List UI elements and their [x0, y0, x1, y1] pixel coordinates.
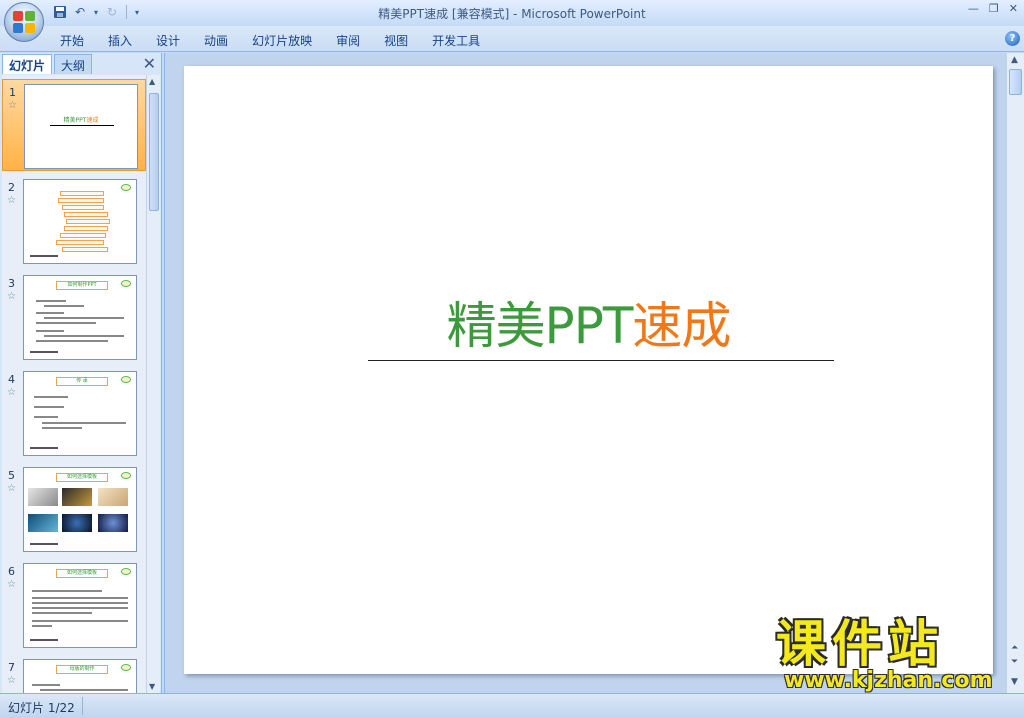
slide-editor: 精美PPT速成: [164, 53, 1006, 693]
tab-home[interactable]: 开始: [48, 30, 96, 51]
slide-thumbnail: 精美PPT速成: [24, 84, 138, 169]
logo-icon: [121, 472, 131, 479]
tab-review[interactable]: 审阅: [324, 30, 372, 51]
tab-view[interactable]: 视图: [372, 30, 420, 51]
thumbnail-list: 1 ☆ 精美PPT速成 2 ☆ 3 ☆ 如何制作PPT 4 ☆ 传 承 5 ☆ …: [2, 75, 146, 693]
slide-number: 7: [8, 661, 15, 674]
slide-number: 1: [9, 86, 16, 99]
tab-animations[interactable]: 动画: [192, 30, 240, 51]
slide-thumbnail: [23, 179, 137, 264]
current-slide[interactable]: 精美PPT速成: [184, 66, 993, 674]
thumbnail-slide-1[interactable]: 1 ☆ 精美PPT速成: [2, 79, 146, 171]
ribbon-tabs: 开始 插入 设计 动画 幻灯片放映 审阅 视图 开发工具: [48, 30, 492, 51]
help-icon[interactable]: ?: [1005, 31, 1020, 46]
close-icon[interactable]: ✕: [143, 54, 156, 73]
tab-developer[interactable]: 开发工具: [420, 30, 492, 51]
transition-star-icon: ☆: [7, 579, 16, 590]
window-controls: — ❐ ✕: [968, 2, 1018, 15]
thumbnail-scrollbar[interactable]: ▲ ▼: [146, 75, 160, 693]
minimize-icon[interactable]: —: [968, 2, 979, 15]
transition-star-icon: ☆: [7, 387, 16, 398]
thumb-heading: 母版的制作: [56, 665, 108, 674]
close-icon[interactable]: ✕: [1009, 2, 1018, 15]
slides-pane: 幻灯片 大纲 ✕ 1 ☆ 精美PPT速成 2 ☆ 3 ☆ 如何制作PPT 4 ☆…: [0, 53, 162, 693]
slide-title[interactable]: 精美PPT速成: [184, 286, 993, 358]
scroll-up-icon[interactable]: ▲: [1011, 55, 1018, 65]
office-button[interactable]: [4, 2, 44, 42]
previous-slide-icon[interactable]: ⏶: [1011, 643, 1018, 653]
scroll-up-icon[interactable]: ▲: [149, 77, 155, 86]
thumbnail-slide-6[interactable]: 6 ☆ 如何选择模板: [2, 559, 146, 651]
thumbnail-slide-2[interactable]: 2 ☆: [2, 175, 146, 267]
next-slide-icon[interactable]: ⏷: [1011, 657, 1018, 667]
slide-number: 6: [8, 565, 15, 578]
slide-number: 5: [8, 469, 15, 482]
slide-thumbnail: 如何选择模板: [23, 467, 137, 552]
slide-thumbnail: 如何选择模板: [23, 563, 137, 648]
logo-icon: [121, 184, 131, 191]
scrollbar-thumb[interactable]: [149, 93, 159, 211]
thumb-heading: 如何制作PPT: [56, 281, 108, 290]
office-logo-icon: [13, 11, 35, 33]
slide-thumbnail: 传 承: [23, 371, 137, 456]
thumbnail-slide-7[interactable]: 7 ☆ 母版的制作: [2, 655, 146, 693]
slide-thumbnail: 母版的制作: [23, 659, 137, 693]
slide-number: 2: [8, 181, 15, 194]
thumbnail-slide-3[interactable]: 3 ☆ 如何制作PPT: [2, 271, 146, 363]
thumb-divider: [50, 125, 114, 126]
scroll-down-icon[interactable]: ▼: [149, 682, 155, 691]
logo-icon: [121, 280, 131, 287]
tab-insert[interactable]: 插入: [96, 30, 144, 51]
watermark-url: www.kjzhan.com: [784, 668, 993, 693]
transition-star-icon: ☆: [7, 675, 16, 686]
transition-star-icon: ☆: [7, 291, 16, 302]
status-divider: [82, 697, 83, 715]
pane-tabs: 幻灯片 大纲 ✕: [2, 54, 160, 74]
thumb-heading: 传 承: [56, 377, 108, 386]
ribbon: 开始 插入 设计 动画 幻灯片放映 审阅 视图 开发工具 ?: [0, 26, 1024, 52]
status-bar: 幻灯片 1/22: [0, 693, 1024, 718]
tab-outline[interactable]: 大纲: [54, 54, 93, 74]
editor-scrollbar[interactable]: ▲ ⏶ ⏷ ▼: [1006, 53, 1024, 693]
tab-slide-show[interactable]: 幻灯片放映: [240, 30, 324, 51]
transition-star-icon: ☆: [7, 195, 16, 206]
title-underline: [368, 360, 834, 361]
tab-slides[interactable]: 幻灯片: [2, 54, 53, 74]
thumb-heading: 如何选择模板: [56, 473, 108, 482]
logo-icon: [121, 376, 131, 383]
watermark-logo: 课件站 www.kjzhan.com: [776, 618, 1006, 693]
transition-star-icon: ☆: [7, 483, 16, 494]
watermark-title: 课件站: [776, 615, 944, 673]
logo-icon: [121, 664, 131, 671]
restore-icon[interactable]: ❐: [989, 2, 999, 15]
transition-star-icon: ☆: [8, 100, 17, 111]
slide-counter: 幻灯片 1/22: [8, 701, 75, 715]
title-bar: ↶ ▾ ↻ ▾ 精美PPT速成 [兼容模式] - Microsoft Power…: [0, 0, 1024, 26]
tab-design[interactable]: 设计: [144, 30, 192, 51]
logo-icon: [121, 568, 131, 575]
thumb-title: 精美PPT速成: [63, 117, 99, 124]
scroll-down-icon[interactable]: ▼: [1011, 677, 1018, 687]
scrollbar-thumb[interactable]: [1009, 69, 1022, 95]
window-title: 精美PPT速成 [兼容模式] - Microsoft PowerPoint: [378, 7, 646, 21]
thumbnail-slide-5[interactable]: 5 ☆ 如何选择模板: [2, 463, 146, 555]
thumbnail-slide-4[interactable]: 4 ☆ 传 承: [2, 367, 146, 459]
thumb-heading: 如何选择模板: [56, 569, 108, 578]
slide-thumbnail: 如何制作PPT: [23, 275, 137, 360]
slide-number: 4: [8, 373, 15, 386]
slide-number: 3: [8, 277, 15, 290]
